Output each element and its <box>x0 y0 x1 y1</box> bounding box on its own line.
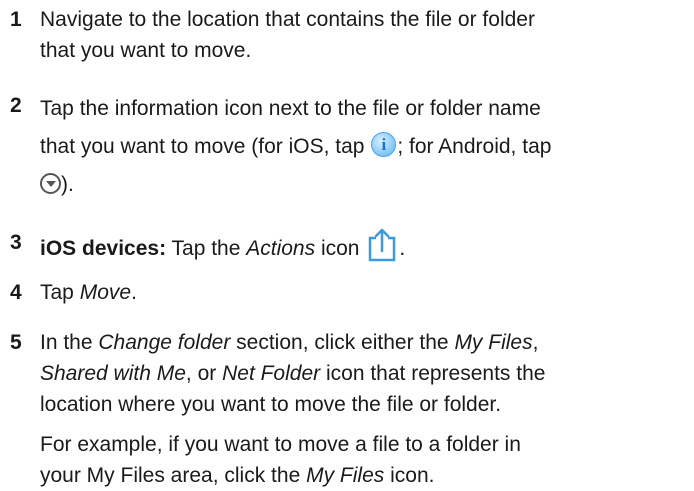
step-text-emphasis: Shared with Me <box>40 362 186 385</box>
step-text-segment: In the <box>40 331 99 354</box>
step-text-segment: section, click either the <box>230 331 455 354</box>
step-text-segment: icon <box>315 237 366 260</box>
step-text: In the Change folder section, click eith… <box>40 327 690 420</box>
step-text-emphasis: Change folder <box>98 331 231 354</box>
step-line: In the Change folder section, click eith… <box>40 327 690 358</box>
info-icon-glyph: i <box>381 135 387 154</box>
step-line: location where you want to move the file… <box>40 393 502 416</box>
step-line: Tap Move. <box>40 277 690 308</box>
step-line: ). <box>40 166 690 204</box>
step-text-segment: . <box>131 281 137 304</box>
step-text-segment: Tap <box>40 281 80 304</box>
step-text-emphasis: Actions <box>246 237 316 260</box>
step-example-paragraph: For example, if you want to move a file … <box>40 429 690 491</box>
step-text-segment: icon that represents the <box>320 362 546 385</box>
actions-share-icon <box>369 228 396 262</box>
step-line: Tap the information icon next to the fil… <box>40 97 541 120</box>
step-line: Navigate to the location that contains t… <box>40 8 535 31</box>
step-text: Tap Move. <box>40 277 690 308</box>
step-line: your My Files area, click the My Files i… <box>40 460 690 491</box>
step-text-segment: ). <box>61 173 74 196</box>
step-number: 4 <box>10 281 22 304</box>
step-line: that you want to move. <box>40 39 252 62</box>
step-line: Shared with Me, or Net Folder icon that … <box>40 358 690 389</box>
info-icon: i <box>371 132 397 157</box>
step-text: Navigate to the location that contains t… <box>40 4 690 66</box>
step-text-segment: Tap the <box>166 237 247 260</box>
step-text-segment: ; for Android, tap <box>397 135 552 158</box>
step-line: iOS devices: Tap the Actions icon . <box>40 227 690 264</box>
step-text-emphasis: Move <box>79 281 132 304</box>
step-text-emphasis: My Files <box>454 331 533 354</box>
device-label: iOS devices: <box>40 237 167 260</box>
step-number: 1 <box>10 8 22 31</box>
step-text-emphasis: My Files <box>306 464 385 487</box>
step-text: Tap the information icon next to the fil… <box>40 90 690 204</box>
step-text-segment: , <box>532 331 539 354</box>
step-text-segment: , or <box>185 362 223 385</box>
step-text-segment: icon. <box>384 464 435 487</box>
step-number: 2 <box>10 94 22 117</box>
step-number: 5 <box>10 331 22 354</box>
step-text-segment: . <box>399 237 406 260</box>
step-text-segment: that you want to move (for iOS, tap <box>40 135 371 158</box>
step-line: For example, if you want to move a file … <box>40 433 521 456</box>
step-line: that you want to move (for iOS, tap i ; f… <box>40 128 690 166</box>
instruction-steps: 1 Navigate to the location that contains… <box>0 0 694 487</box>
step-number: 3 <box>10 231 22 254</box>
step-text: iOS devices: Tap the Actions icon . <box>40 227 690 264</box>
step-text-segment: your My Files area, click the <box>40 464 307 487</box>
step-text-emphasis: Net Folder <box>222 362 321 385</box>
dropdown-circle-icon <box>40 173 61 194</box>
